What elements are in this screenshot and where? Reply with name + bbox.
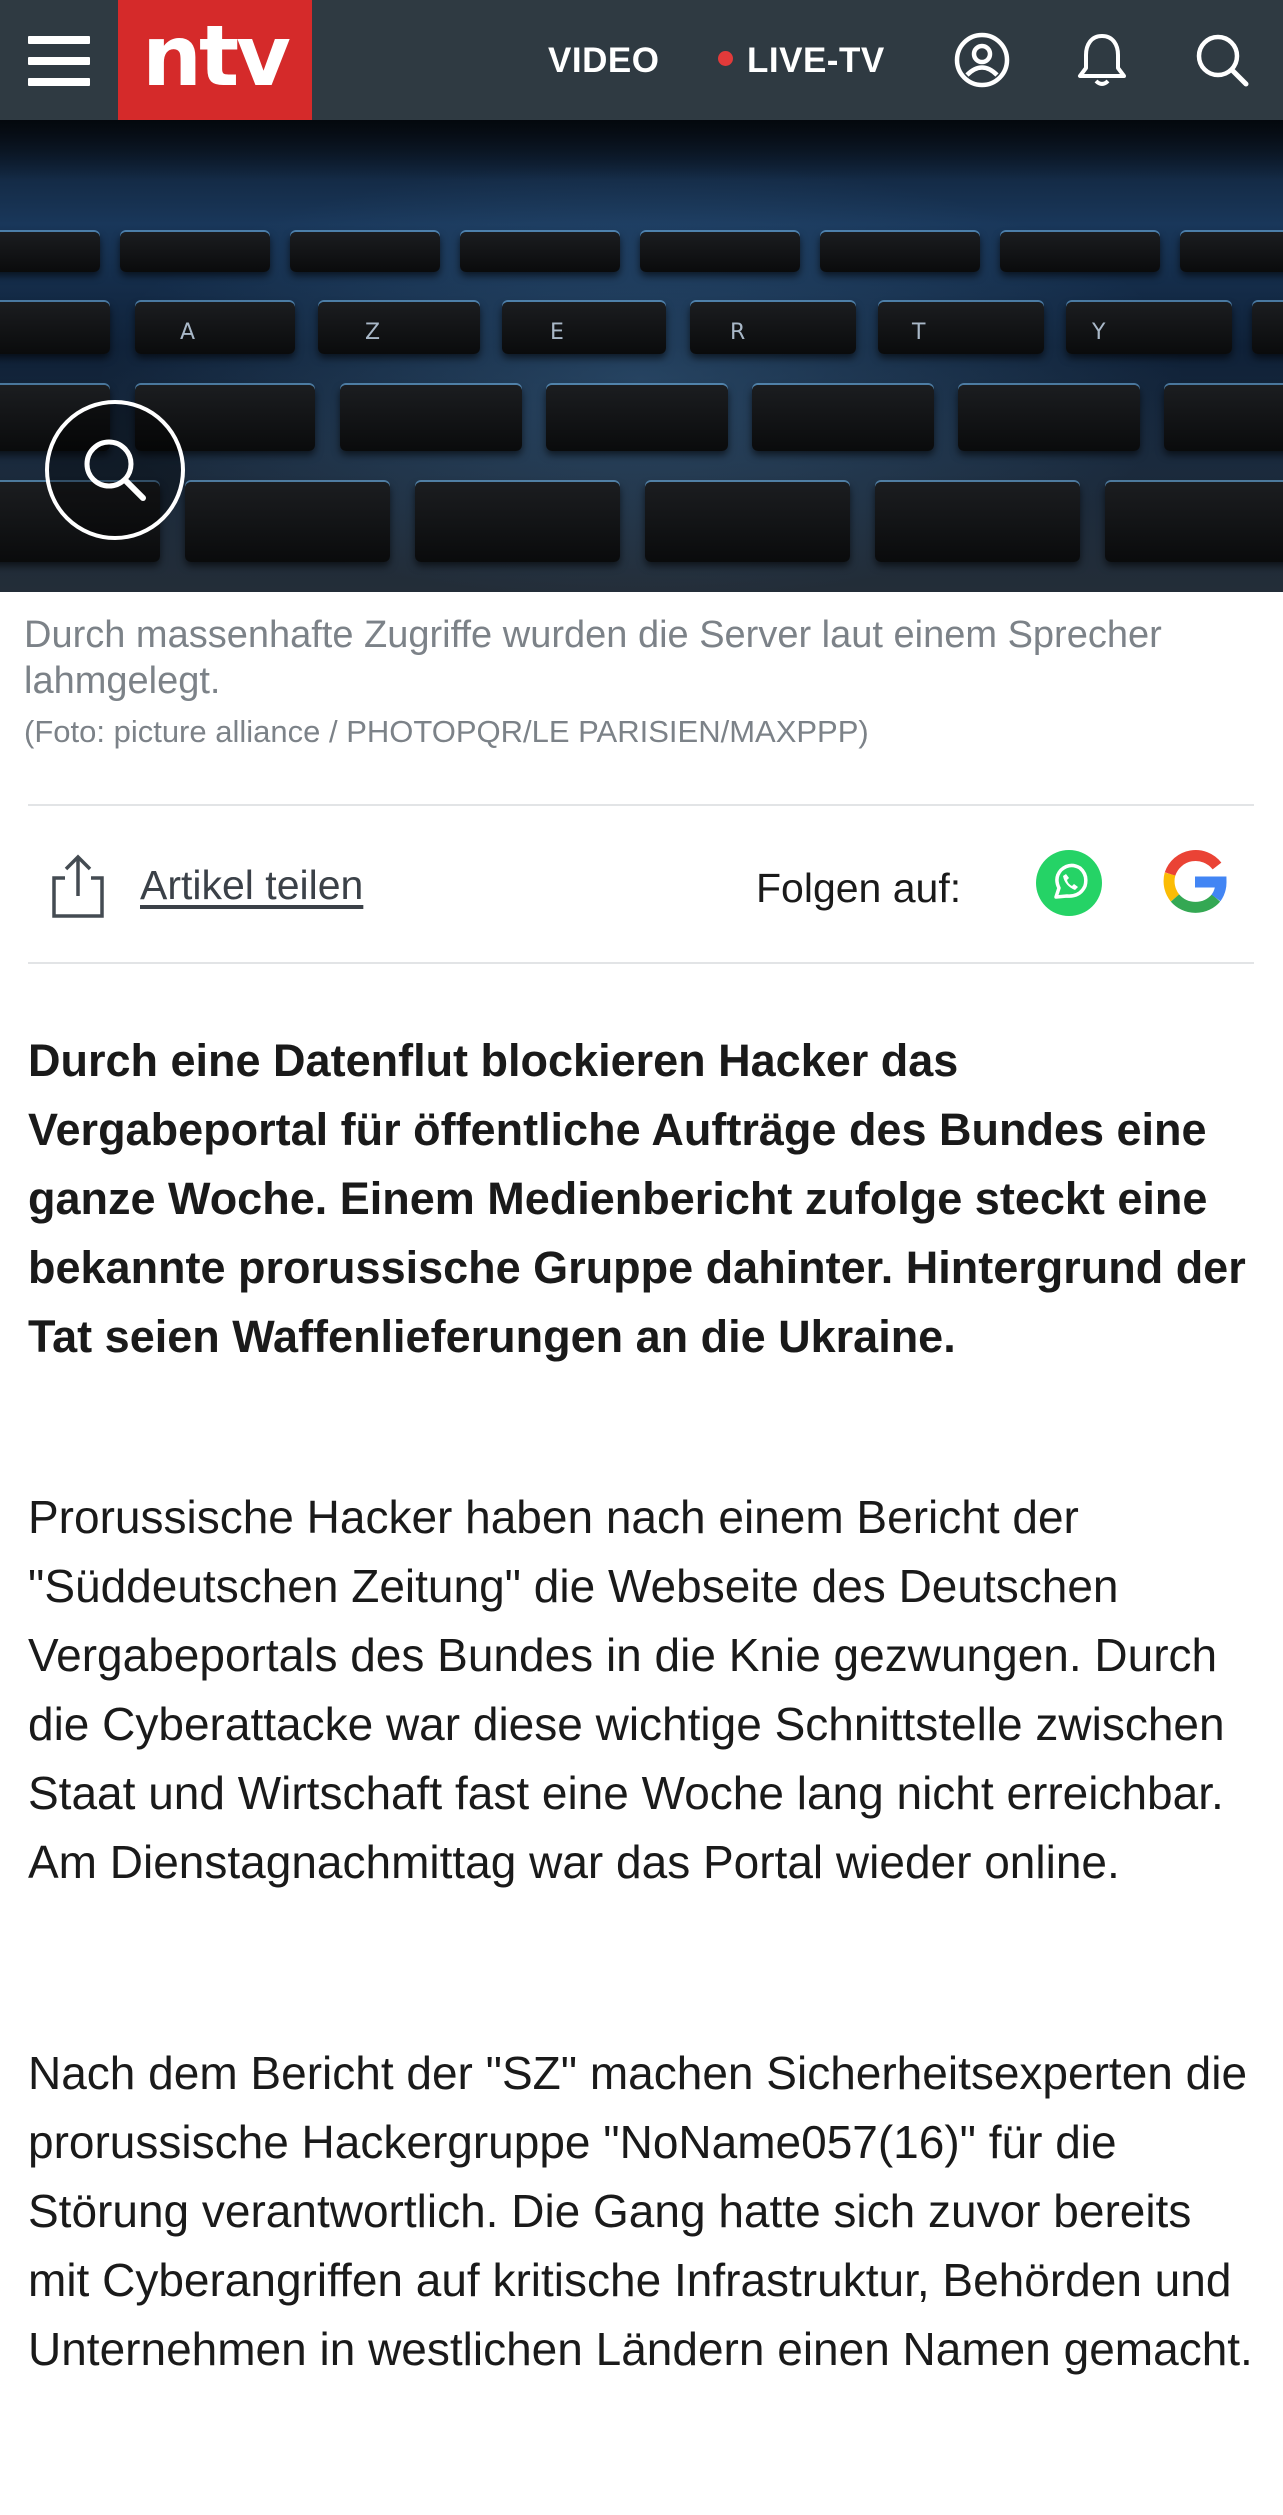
- menu-icon[interactable]: [28, 36, 90, 86]
- divider: [28, 962, 1254, 964]
- nav-live-label: LIVE-TV: [747, 41, 885, 80]
- key-letter: E: [550, 320, 564, 345]
- whatsapp-icon[interactable]: [1034, 848, 1104, 918]
- key-letter: Y: [1092, 320, 1106, 345]
- follow-label: Folgen auf:: [756, 865, 962, 911]
- article-paragraph: Prorussische Hacker haben nach einem Ber…: [28, 1491, 1225, 1888]
- ntv-logo[interactable]: ntv: [118, 0, 312, 120]
- keyboard-row: [0, 232, 1283, 272]
- image-caption: Durch massenhafte Zugriffe wurden die Se…: [24, 614, 1162, 702]
- search-icon[interactable]: [1192, 30, 1252, 90]
- keyboard-row: [0, 385, 1283, 451]
- divider: [28, 804, 1254, 806]
- live-dot-icon: [718, 51, 733, 67]
- key-letter: T: [912, 320, 926, 345]
- image-credit: (Foto: picture alliance / PHOTOPQR/LE PA…: [24, 714, 869, 749]
- key-letter: R: [730, 320, 746, 345]
- nav-live-tv-link[interactable]: LIVE-TV: [718, 36, 885, 86]
- article-hero-image[interactable]: A Z E R T Y: [0, 120, 1283, 592]
- keyboard-row: [0, 482, 1283, 562]
- key-letter: A: [180, 320, 196, 345]
- user-icon[interactable]: [952, 30, 1012, 90]
- article-lead: Durch eine Datenflut blockieren Hacker d…: [28, 1035, 1246, 1362]
- share-icon[interactable]: [48, 852, 108, 922]
- bell-icon[interactable]: [1072, 30, 1132, 90]
- top-bar: ntv VIDEO LIVE-TV: [0, 0, 1283, 120]
- share-article-link[interactable]: Artikel teilen: [140, 860, 363, 910]
- google-icon[interactable]: [1158, 846, 1230, 918]
- key-letter: Z: [365, 320, 381, 345]
- nav-video-link[interactable]: VIDEO: [548, 36, 659, 86]
- article-paragraph: Nach dem Bericht der "SZ" machen Sicherh…: [28, 2047, 1253, 2375]
- zoom-icon[interactable]: [45, 400, 185, 540]
